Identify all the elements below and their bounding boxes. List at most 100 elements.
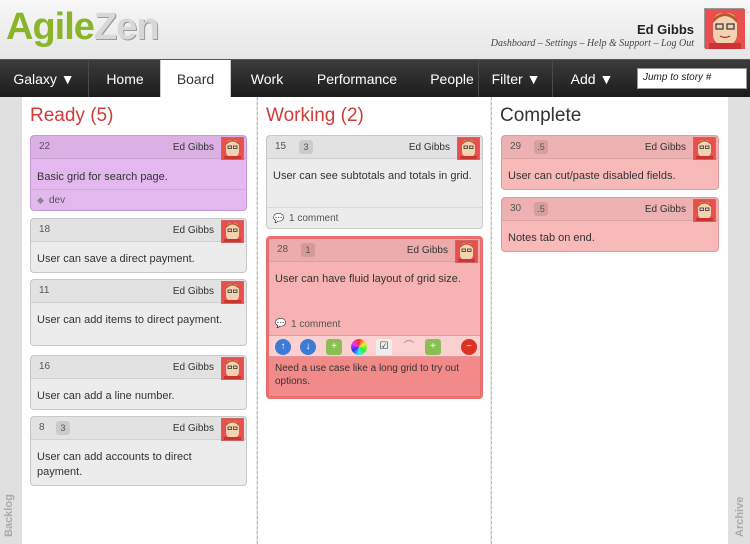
- user-name: Ed Gibbs: [636, 22, 694, 37]
- working-column-title: Working (2): [266, 105, 364, 126]
- top-bar: AgileZen Ed Gibbs Dashboard – Settings –…: [0, 0, 750, 59]
- move-down-icon[interactable]: ↓: [300, 339, 316, 355]
- add-tag-icon[interactable]: +: [326, 339, 342, 355]
- story-tag[interactable]: dev: [49, 195, 65, 206]
- nav-filter[interactable]: Filter ▼: [480, 60, 552, 98]
- help-link[interactable]: Help & Support: [587, 38, 651, 49]
- nav-work[interactable]: Work: [231, 60, 303, 98]
- attachment-icon[interactable]: ⌒: [401, 339, 417, 355]
- owner-avatar: [455, 240, 478, 263]
- story-card[interactable]: 8 3 Ed Gibbs User can add accounts to di…: [30, 416, 247, 486]
- story-size-badge: 3: [299, 140, 313, 154]
- story-size-badge: .5: [534, 140, 548, 154]
- complete-column-title: Complete: [500, 105, 582, 126]
- main-nav: Galaxy ▼ Home Board Work Performance Peo…: [0, 59, 750, 98]
- story-description: User can add a line number.: [37, 390, 175, 402]
- story-number: 8: [39, 422, 45, 433]
- story-number: 30: [510, 203, 522, 214]
- owner-avatar: [221, 137, 244, 160]
- app-logo[interactable]: AgileZen: [6, 6, 160, 49]
- delete-icon[interactable]: −: [461, 339, 477, 355]
- story-description: User can see subtotals and totals in gri…: [273, 170, 472, 182]
- owner-avatar: [221, 357, 244, 380]
- settings-link[interactable]: Settings: [545, 38, 577, 49]
- archive-label: Archive: [734, 496, 746, 537]
- story-number: 28: [277, 244, 289, 255]
- move-up-icon[interactable]: ↑: [275, 339, 291, 355]
- story-owner: Ed Gibbs: [172, 423, 214, 434]
- user-links: Dashboard – Settings – Help & Support – …: [491, 38, 694, 49]
- nav-galaxy[interactable]: Galaxy ▼: [0, 60, 88, 98]
- nav-divider: [552, 60, 553, 98]
- link-separator: –: [535, 38, 546, 49]
- story-card[interactable]: 29 .5 Ed Gibbs User can cut/paste disabl…: [501, 135, 719, 190]
- story-number: 22: [39, 141, 51, 152]
- story-description: Basic grid for search page.: [37, 171, 168, 183]
- logo-zen: Zen: [93, 6, 160, 48]
- story-number: 18: [39, 224, 51, 235]
- comment-count[interactable]: 1 comment: [289, 213, 338, 224]
- backlog-label: Backlog: [3, 494, 15, 537]
- story-description: User can cut/paste disabled fields.: [508, 170, 676, 182]
- jump-to-story-input[interactable]: Jump to story #: [637, 68, 747, 89]
- nav-home[interactable]: Home: [90, 60, 160, 98]
- tasks-icon[interactable]: ☑: [376, 339, 392, 355]
- story-owner: Ed Gibbs: [406, 245, 448, 256]
- story-description: User can have fluid layout of grid size.: [275, 273, 461, 285]
- nav-divider: [88, 60, 89, 98]
- story-number: 16: [39, 361, 51, 372]
- story-card[interactable]: 18 Ed Gibbs User can save a direct payme…: [30, 218, 247, 273]
- story-description: Notes tab on end.: [508, 232, 595, 244]
- story-size-badge: 3: [56, 421, 70, 435]
- story-card[interactable]: 22 Ed Gibbs Basic grid for search page. …: [30, 135, 247, 211]
- story-card[interactable]: 15 3 Ed Gibbs User can see subtotals and…: [266, 135, 483, 229]
- nav-divider: [478, 60, 479, 98]
- dashboard-link[interactable]: Dashboard: [491, 38, 536, 49]
- owner-avatar: [457, 137, 480, 160]
- story-owner: Ed Gibbs: [172, 286, 214, 297]
- story-card-selected[interactable]: 28 1 Ed Gibbs User can have fluid layout…: [266, 236, 483, 399]
- color-picker-icon[interactable]: [351, 339, 367, 355]
- add-comment-icon[interactable]: +: [425, 339, 441, 355]
- story-number: 29: [510, 141, 522, 152]
- blocked-reason: Need a use case like a long grid to try …: [269, 357, 480, 396]
- story-card[interactable]: 16 Ed Gibbs User can add a line number.: [30, 355, 247, 410]
- logout-link[interactable]: Log Out: [661, 38, 694, 49]
- owner-avatar: [221, 281, 244, 304]
- nav-add[interactable]: Add ▼: [554, 60, 630, 98]
- story-size-badge: .5: [534, 202, 548, 216]
- comment-count[interactable]: 1 comment: [291, 319, 340, 330]
- story-owner: Ed Gibbs: [408, 142, 450, 153]
- story-owner: Ed Gibbs: [644, 142, 686, 153]
- story-description: User can add accounts to direct payment.: [37, 451, 192, 478]
- card-footer: 💬 1 comment: [267, 207, 482, 228]
- user-avatar[interactable]: [704, 8, 745, 49]
- story-description: User can add items to direct payment.: [37, 314, 223, 326]
- story-size-badge: 1: [301, 243, 315, 257]
- comment-icon: 💬: [275, 318, 287, 328]
- story-owner: Ed Gibbs: [172, 225, 214, 236]
- story-number: 11: [39, 285, 50, 296]
- link-separator: –: [650, 38, 661, 49]
- owner-avatar: [221, 220, 244, 243]
- nav-board[interactable]: Board: [160, 60, 231, 98]
- card-footer: ◆ dev: [31, 189, 246, 210]
- story-number: 15: [275, 141, 287, 152]
- link-separator: –: [577, 38, 588, 49]
- comment-icon: 💬: [273, 213, 285, 223]
- story-card[interactable]: 11 Ed Gibbs User can add items to direct…: [30, 279, 247, 346]
- story-owner: Ed Gibbs: [172, 362, 214, 373]
- archive-sidebar[interactable]: Archive: [728, 97, 750, 544]
- card-comment-row: 💬 1 comment: [269, 315, 480, 335]
- owner-avatar: [693, 137, 716, 160]
- owner-avatar: [693, 199, 716, 222]
- story-card[interactable]: 30 .5 Ed Gibbs Notes tab on end.: [501, 197, 719, 252]
- backlog-sidebar[interactable]: Backlog: [0, 97, 22, 544]
- story-description: User can save a direct payment.: [37, 253, 195, 265]
- nav-performance[interactable]: Performance: [303, 60, 411, 98]
- nav-people[interactable]: People: [420, 60, 484, 98]
- owner-avatar: [221, 418, 244, 441]
- card-action-toolbar: ↑ ↓ + ☑ ⌒ + −: [269, 335, 480, 357]
- logo-agile: Agile: [6, 6, 95, 48]
- ready-column-title: Ready (5): [30, 105, 114, 126]
